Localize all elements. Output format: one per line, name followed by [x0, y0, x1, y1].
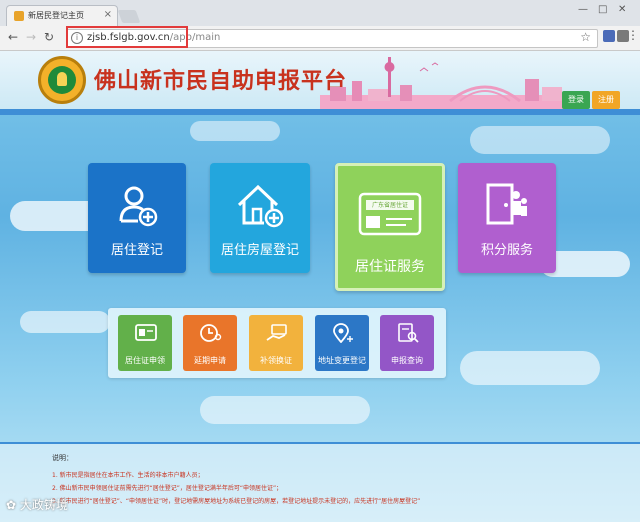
instruction-line-2: 2. 佛山新市民申领居住证前需先进行“居住登记”，居住登记满半年后可“申领居住证… — [52, 485, 283, 492]
submenu-reissue-label: 补领换证 — [260, 356, 292, 365]
minimize-icon[interactable]: — — [578, 4, 588, 15]
card-badge-text: 广东省居住证 — [371, 202, 408, 209]
submenu-query-label: 申报查询 — [391, 356, 423, 365]
document-search-icon — [398, 323, 419, 343]
forward-icon[interactable]: → — [26, 30, 36, 44]
tile-residence-registration-label: 居住登记 — [110, 243, 163, 258]
location-pin-icon — [333, 323, 353, 343]
instructions-panel: 说明： 1. 新市民是指居住在本市工作、生活的非本市户籍人员； 2. 佛山新市民… — [0, 442, 640, 522]
submenu-apply-label: 居住证申领 — [125, 356, 165, 365]
login-button[interactable]: 登录 — [562, 91, 590, 109]
instructions-heading: 说明： — [52, 454, 73, 462]
reload-icon[interactable]: ↻ — [44, 30, 54, 44]
bookmark-star-icon[interactable]: ☆ — [580, 30, 591, 44]
watermark-label: 大政铸境 — [19, 498, 68, 512]
submenu-extend[interactable]: 延期申请 — [183, 315, 237, 371]
site-title: 佛山新市民自助申报平台 — [94, 69, 348, 94]
submenu-reissue[interactable]: 补领换证 — [249, 315, 303, 371]
cloud-decoration — [190, 121, 280, 141]
close-window-icon[interactable]: ✕ — [618, 4, 626, 15]
maximize-icon[interactable]: □ — [598, 4, 607, 15]
watermark-text: ✿ 大政铸境 — [6, 498, 68, 512]
tile-points-service[interactable]: 积分服务 — [458, 163, 556, 273]
site-logo-icon — [38, 56, 86, 104]
submenu-address-change[interactable]: 地址变更登记 — [315, 315, 369, 371]
extension-icon[interactable] — [603, 30, 615, 42]
close-tab-icon[interactable]: × — [104, 9, 112, 20]
tile-residence-registration[interactable]: 居住登记 — [88, 163, 186, 273]
card-apply-icon — [135, 324, 157, 341]
submenu-address-change-label: 地址变更登记 — [318, 356, 366, 365]
instruction-line-1: 1. 新市民是指居住在本市工作、生活的非本市户籍人员； — [52, 472, 204, 479]
tile-points-service-label: 积分服务 — [480, 243, 533, 258]
house-add-icon — [237, 184, 284, 228]
site-header: 佛山新市民自助申报平台 登录 注册 — [0, 51, 640, 109]
instruction-line-3: 3. 新市民进行“居住登记”、“申领居住证”时，登记地需房屋地址为系统已登记的房… — [52, 498, 421, 505]
cloud-decoration — [20, 311, 110, 333]
user-add-icon — [119, 186, 158, 227]
url-highlight-box — [66, 26, 188, 48]
header-divider — [0, 109, 640, 115]
cloud-decoration — [460, 351, 600, 385]
tab-title: 新居民登记主页 — [28, 11, 84, 20]
residence-permit-card-icon — [358, 192, 422, 236]
browser-tab-bar: 新居民登记主页 × — □ ✕ — [0, 0, 640, 27]
page-favicon-icon — [14, 11, 24, 21]
residence-permit-submenu: 居住证申领 延期申请 补领换证 地址变更登记 申报查询 — [108, 308, 446, 378]
door-people-icon — [486, 183, 527, 225]
cloud-decoration — [200, 396, 370, 424]
page-content: 佛山新市民自助申报平台 登录 注册 居住登记 居住房屋登记 广东省居住证 居住证… — [0, 51, 640, 522]
tile-residence-permit-service[interactable]: 广东省居住证 居住证服务 — [335, 163, 445, 291]
tile-housing-registration[interactable]: 居住房屋登记 — [210, 163, 310, 273]
cloud-decoration — [470, 126, 610, 154]
back-icon[interactable]: ← — [8, 30, 18, 44]
tile-housing-registration-label: 居住房屋登记 — [220, 243, 299, 258]
new-tab-button[interactable] — [117, 10, 141, 23]
submenu-apply[interactable]: 居住证申领 — [118, 315, 172, 371]
hand-card-icon — [266, 324, 287, 341]
browser-tab[interactable]: 新居民登记主页 × — [6, 5, 118, 27]
submenu-extend-label: 延期申请 — [194, 356, 226, 365]
tile-residence-permit-service-label: 居住证服务 — [355, 259, 425, 275]
browser-menu-icon[interactable]: ⋮ — [627, 28, 639, 42]
city-skyline-icon — [320, 57, 570, 109]
register-button[interactable]: 注册 — [592, 91, 620, 109]
submenu-query[interactable]: 申报查询 — [380, 315, 434, 371]
clock-extend-icon — [200, 324, 222, 342]
